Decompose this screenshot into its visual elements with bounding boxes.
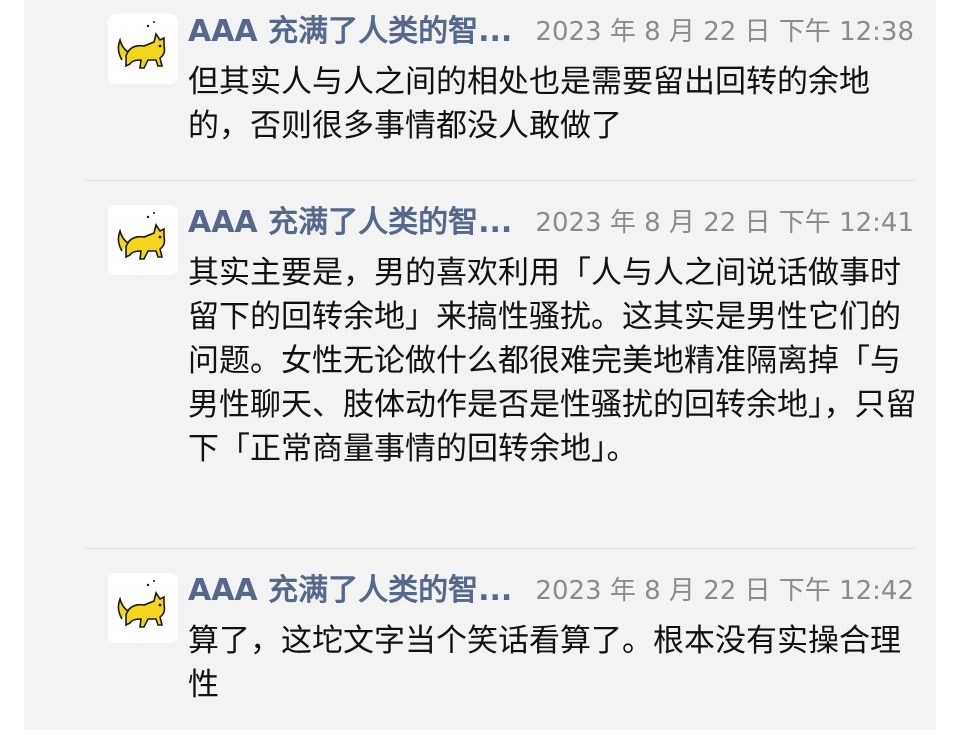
yellow-cat-icon: [108, 573, 178, 643]
message-text: 算了，这坨文字当个笑话看算了。根本没有实操合理性: [188, 623, 901, 703]
message-text: 其实主要是，男的喜欢利用「人与人之间说话做事时留下的回转余地」来搞性骚扰。这其实…: [188, 255, 917, 467]
avatar[interactable]: [108, 573, 178, 643]
message-timestamp: 2023 年 8 月 22 日 下午 12:41: [535, 208, 914, 238]
sender-name[interactable]: AAA 充满了人类的智...: [188, 203, 512, 243]
message-timestamp: 2023 年 8 月 22 日 下午 12:42: [535, 576, 914, 606]
message-list: AAA 充满了人类的智... 2023 年 8 月 22 日 下午 12:38 …: [24, 0, 936, 730]
avatar[interactable]: [108, 14, 178, 84]
avatar[interactable]: [108, 205, 178, 275]
yellow-cat-icon: [108, 205, 178, 275]
message-text: 但其实人与人之间的相处也是需要留出回转的余地的，否则很多事情都没人敢做了: [188, 64, 870, 144]
divider: [86, 180, 914, 181]
yellow-cat-icon: [108, 14, 178, 84]
message-timestamp: 2023 年 8 月 22 日 下午 12:38: [535, 17, 914, 47]
sender-name[interactable]: AAA 充满了人类的智...: [188, 12, 512, 52]
sender-name[interactable]: AAA 充满了人类的智...: [188, 571, 512, 611]
divider: [86, 548, 914, 549]
